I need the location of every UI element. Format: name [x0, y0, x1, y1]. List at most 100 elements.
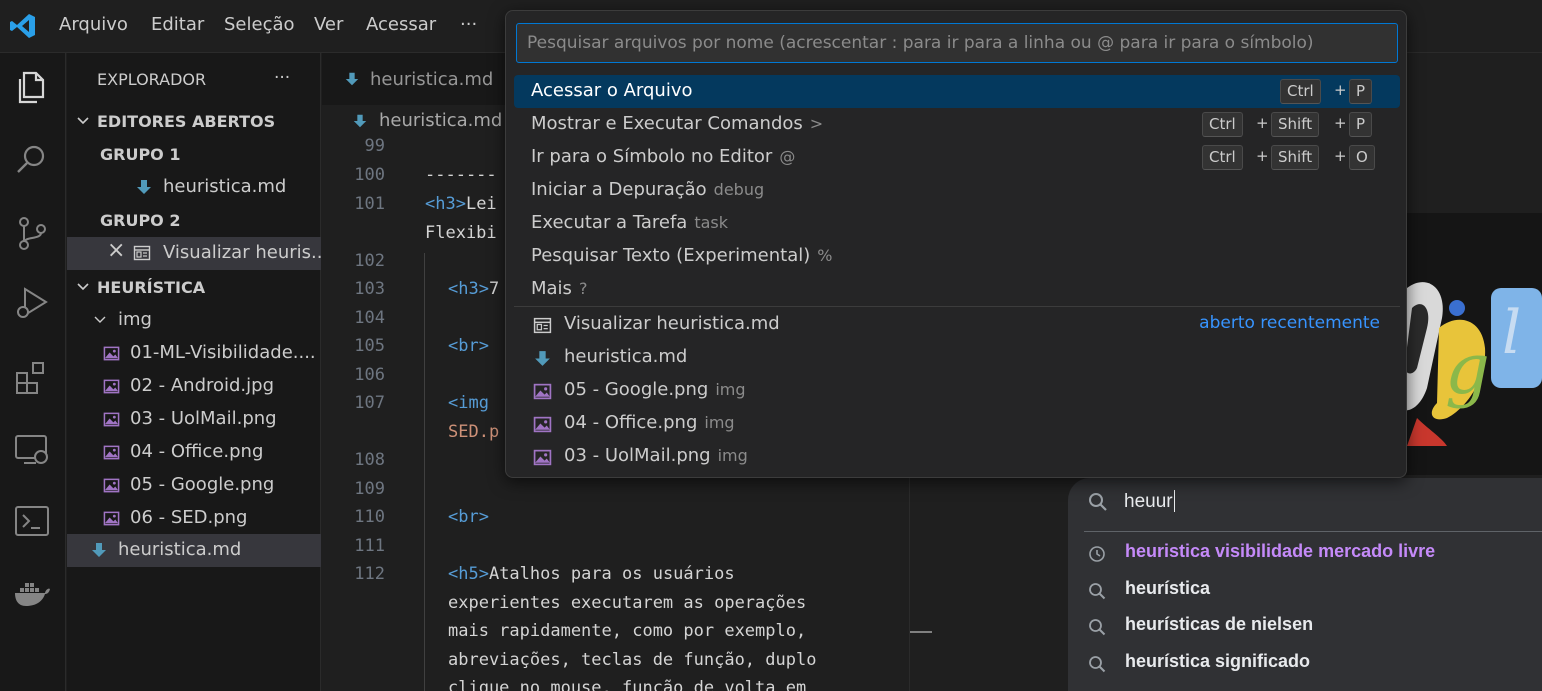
folder-img[interactable]: img — [67, 304, 321, 337]
google-doodle-image[interactable]: g l — [1387, 268, 1542, 448]
file-label: 01-ML-Visibilidade.... — [130, 342, 316, 363]
menu-selecao[interactable]: Seleção — [224, 14, 295, 35]
recent-file-item[interactable]: 04 - Office.png img — [514, 407, 1400, 440]
search-suggestion[interactable]: heurísticas de nielsen — [1068, 609, 1542, 645]
code-line-110[interactable]: <br> — [448, 507, 489, 527]
code-line-112-wrap-4[interactable]: clique no mouse, função de volta em — [448, 678, 806, 691]
explorer-title: EXPLORADOR — [97, 70, 207, 89]
menu-editar[interactable]: Editar — [151, 14, 204, 35]
file-item[interactable]: 04 - Office.png — [67, 436, 321, 469]
quick-open-input[interactable] — [516, 23, 1398, 63]
image-icon — [103, 478, 120, 493]
section-open-editors[interactable]: EDITORES ABERTOS — [67, 105, 321, 138]
file-label: heuristica.md — [118, 539, 242, 560]
recent-file-item[interactable]: heuristica.md — [514, 341, 1400, 374]
explorer-icon[interactable] — [12, 67, 52, 107]
code-line-101[interactable]: <h3>Lei — [425, 194, 497, 214]
command-label: Pesquisar Texto (Experimental)% — [531, 245, 832, 266]
open-editor-heuristica[interactable]: heuristica.md — [67, 171, 321, 204]
code-line-103[interactable]: <h3>7 — [448, 279, 499, 299]
search-suggestion[interactable]: heurística significado — [1068, 646, 1542, 682]
line-number: 109 — [354, 479, 385, 499]
run-debug-icon[interactable] — [12, 283, 52, 323]
keybinding-key: Ctrl — [1202, 112, 1243, 137]
tab-heuristica[interactable]: heuristica.md — [370, 69, 493, 90]
command-item[interactable]: Executar a Tarefa task — [514, 207, 1400, 240]
command-item[interactable]: Acessar o Arquivo P + Ctrl — [514, 75, 1400, 108]
recent-file-label: Visualizar heuristica.md — [564, 313, 787, 334]
suggestion-text: heurísticas de nielsen — [1125, 614, 1314, 634]
group-label: GRUPO 2 — [100, 211, 181, 230]
code-line-101-wrap[interactable]: Flexibi — [425, 223, 497, 243]
close-icon[interactable]: × — [107, 238, 125, 263]
code-line-107-wrap[interactable]: SED.p — [448, 422, 499, 442]
command-label: Mais? — [531, 278, 587, 299]
remote-explorer-icon[interactable] — [12, 430, 52, 470]
file-item[interactable]: 01-ML-Visibilidade.... — [67, 337, 321, 370]
command-item[interactable]: Ir para o Símbolo no Editor @ O + Shift + Ctrl — [514, 141, 1400, 174]
command-text: Iniciar a Depuração — [531, 179, 707, 200]
command-item[interactable]: Mostrar e Executar Comandos > P + Shift + Ctrl — [514, 108, 1400, 141]
file-label: Visualizar heuris... — [163, 242, 321, 263]
keybinding-plus: + — [1334, 81, 1347, 99]
code-line-107[interactable]: <img — [448, 393, 489, 413]
code-tag: <h3> — [448, 279, 489, 299]
menu-ver[interactable]: Ver — [314, 14, 343, 35]
recent-file-item[interactable]: 05 - Google.png img — [514, 374, 1400, 407]
group-2[interactable]: GRUPO 2 — [67, 204, 321, 237]
code-tag: <h5> — [448, 564, 489, 584]
line-number: 100 — [354, 165, 385, 185]
code-line-112[interactable]: <h5>Atalhos para os usuários — [448, 564, 735, 584]
terminal-icon[interactable] — [12, 501, 52, 541]
image-icon — [103, 412, 120, 427]
code-tag: <h3> — [425, 194, 466, 214]
open-editor-preview[interactable]: × Visualizar heuris... — [67, 237, 321, 270]
breadcrumb-file[interactable]: heuristica.md — [379, 110, 502, 131]
search-suggestion[interactable]: heurística — [1068, 573, 1542, 609]
docker-icon[interactable] — [12, 573, 52, 613]
menu-arquivo[interactable]: Arquivo — [59, 14, 128, 35]
command-item[interactable]: Mais? — [514, 273, 1400, 306]
recently-opened-label: aberto recentemente — [1199, 313, 1380, 333]
code-line-112-wrap-1[interactable]: experientes executarem as operações — [448, 593, 806, 613]
line-number: 110 — [354, 507, 385, 527]
more-actions-icon[interactable]: ··· — [274, 68, 290, 88]
group-1[interactable]: GRUPO 1 — [67, 138, 321, 171]
chevron-down-icon — [77, 117, 89, 125]
code-line-100[interactable]: ------- — [425, 165, 497, 185]
menu-more[interactable]: ··· — [460, 14, 477, 35]
file-item[interactable]: 03 - UolMail.png — [67, 403, 321, 436]
extensions-icon[interactable] — [12, 357, 52, 397]
file-heuristica-md[interactable]: heuristica.md — [67, 534, 321, 567]
file-item[interactable]: 02 - Android.jpg — [67, 370, 321, 403]
file-label: 05 - Google.png — [130, 474, 275, 495]
markdown-icon — [535, 351, 550, 366]
code-line-112-wrap-2[interactable]: mais rapidamente, como por exemplo, — [448, 621, 806, 641]
recent-file-item[interactable]: 03 - UolMail.png img — [514, 440, 1400, 473]
google-search-input[interactable]: heuur — [1124, 491, 1173, 513]
text-cursor — [1174, 490, 1175, 512]
file-label: 06 - SED.png — [130, 507, 248, 528]
folder-label: img — [118, 309, 152, 330]
command-label: Mostrar e Executar Comandos > — [531, 113, 823, 134]
section-heuristica[interactable]: HEURÍSTICA — [67, 271, 321, 304]
command-item[interactable]: Pesquisar Texto (Experimental)% — [514, 240, 1400, 273]
recent-file-item[interactable]: Visualizar heuristica.md aberto recenteme… — [514, 308, 1400, 341]
code-line-105[interactable]: <br> — [448, 336, 489, 356]
menu-acessar[interactable]: Acessar — [366, 14, 436, 35]
keybinding-plus: + — [1334, 147, 1347, 165]
search-icon[interactable] — [12, 139, 52, 179]
search-icon — [1089, 619, 1106, 636]
command-item[interactable]: Iniciar a Depuração debug — [514, 174, 1400, 207]
search-icon — [1089, 582, 1106, 599]
code-line-112-wrap-3[interactable]: abreviações, teclas de função, duplo — [448, 650, 816, 670]
line-number: 104 — [354, 308, 385, 328]
source-control-icon[interactable] — [12, 213, 52, 253]
search-suggestion[interactable]: heuristica visibilidade mercado livre — [1068, 536, 1542, 572]
line-number: 101 — [354, 194, 385, 214]
command-text: Executar a Tarefa — [531, 212, 688, 233]
file-item[interactable]: 05 - Google.png — [67, 469, 321, 502]
line-number: 106 — [354, 365, 385, 385]
file-item[interactable]: 06 - SED.png — [67, 502, 321, 535]
quick-open-panel: Acessar o ArquivoP+CtrlMostrar e Executa… — [505, 10, 1407, 478]
